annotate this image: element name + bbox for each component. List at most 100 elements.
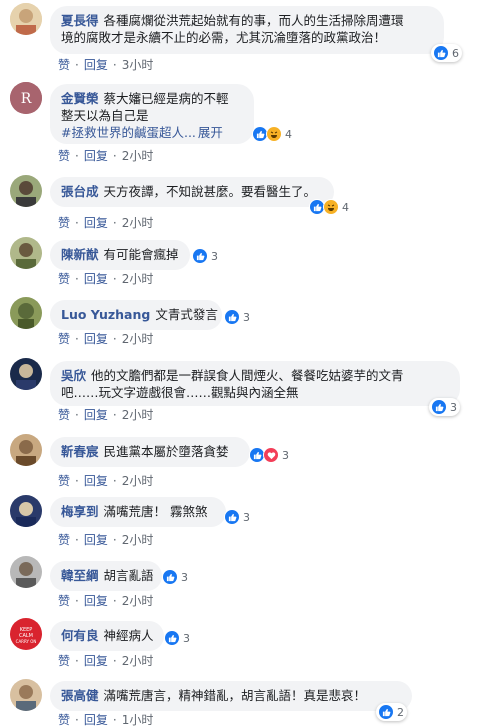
reactions-summary[interactable]: 3 [222, 308, 253, 326]
timestamp[interactable]: 3小时 [122, 56, 154, 73]
like-link[interactable]: 赞 [58, 711, 70, 728]
avatar[interactable] [10, 297, 42, 329]
commenter-name[interactable]: 韓至綱 [61, 568, 99, 583]
commenter-name[interactable]: 陳新猷 [61, 247, 99, 262]
reactions-summary[interactable]: 2 [376, 703, 407, 721]
commenter-name[interactable]: 金賢榮 [61, 91, 99, 106]
svg-text:R: R [21, 91, 32, 107]
avatar[interactable] [10, 679, 42, 711]
reactions-summary[interactable]: 3 [190, 247, 221, 265]
separator: · [75, 532, 79, 547]
timestamp[interactable]: 2小时 [122, 531, 154, 548]
like-link[interactable]: 赞 [58, 406, 70, 423]
commenter-name[interactable]: 梅享到 [61, 504, 99, 519]
separator: · [112, 532, 117, 547]
reactions-summary[interactable]: 3 [162, 629, 193, 647]
reply-link[interactable]: 回复 [84, 652, 108, 669]
like-link[interactable]: 赞 [58, 472, 70, 489]
timestamp[interactable]: 2小时 [122, 214, 154, 231]
reactions-summary[interactable]: 3 [160, 568, 191, 586]
comment-text: 吧……玩文字遊戲很會……觀點與內涵全無 [61, 385, 299, 400]
hashtag-link[interactable]: #拯救世界的鹹蛋超人... [61, 125, 196, 140]
avatar[interactable]: R [10, 82, 42, 114]
like-link[interactable]: 赞 [58, 270, 70, 287]
timestamp[interactable]: 2小时 [122, 270, 154, 287]
avatar[interactable] [10, 175, 42, 207]
timestamp[interactable]: 2小时 [122, 330, 154, 347]
separator: · [75, 215, 79, 230]
reply-link[interactable]: 回复 [84, 406, 108, 423]
reactions-summary[interactable]: 4 [307, 198, 352, 216]
avatar-image [10, 3, 42, 35]
timestamp[interactable]: 2小时 [122, 592, 154, 609]
separator: · [75, 473, 79, 488]
comment-text: 整天以為自己是 [61, 108, 149, 123]
expand-link[interactable]: 展开 [198, 125, 223, 140]
like-link[interactable]: 赞 [58, 56, 70, 73]
timestamp[interactable]: 2小时 [122, 472, 154, 489]
reaction-count: 3 [450, 400, 457, 414]
avatar[interactable] [10, 556, 42, 588]
commenter-name[interactable]: 張台成 [61, 184, 99, 199]
comment-bubble: 張台成 天方夜譚，不知說甚麼。要看醫生了。 [50, 177, 334, 207]
separator: · [112, 653, 117, 668]
avatar[interactable] [10, 3, 42, 35]
avatar[interactable]: KEEP CALM CARRY ON [10, 618, 42, 650]
comment-actions: 赞 · 回复 · 3小时 [58, 56, 153, 73]
like-link[interactable]: 赞 [58, 592, 70, 609]
reactions-summary[interactable]: 6 [431, 44, 462, 62]
comment-bubble: 夏長得 各種腐爛從洪荒起始就有的事，而人的生活掃除周遭環 境的腐敗才是永續不止的必… [50, 6, 444, 54]
haha-reaction-icon [323, 199, 339, 215]
avatar[interactable] [10, 358, 42, 390]
timestamp[interactable]: 2小时 [122, 147, 154, 164]
reply-link[interactable]: 回复 [84, 147, 108, 164]
timestamp[interactable]: 2小时 [122, 652, 154, 669]
like-link[interactable]: 赞 [58, 531, 70, 548]
reaction-count: 6 [452, 46, 459, 60]
like-link[interactable]: 赞 [58, 147, 70, 164]
reply-link[interactable]: 回复 [84, 711, 108, 728]
reaction-count: 4 [285, 127, 292, 141]
avatar-image [10, 495, 42, 527]
separator: · [75, 271, 79, 286]
commenter-name[interactable]: 張高健 [61, 688, 99, 703]
separator: · [75, 712, 79, 727]
reply-link[interactable]: 回复 [84, 214, 108, 231]
avatar[interactable] [10, 495, 42, 527]
commenter-name[interactable]: Luo Yuzhang [61, 307, 150, 322]
comment-actions: 赞 · 回复 · 2小时 [58, 330, 153, 347]
reactions-summary[interactable]: 3 [429, 398, 460, 416]
like-link[interactable]: 赞 [58, 330, 70, 347]
reply-link[interactable]: 回复 [84, 592, 108, 609]
commenter-name[interactable]: 何有良 [61, 628, 99, 643]
comment-text: 滿嘴荒唐言，精神錯亂，胡言亂語！真是悲哀！ [103, 688, 367, 703]
avatar[interactable] [10, 434, 42, 466]
avatar[interactable] [10, 237, 42, 269]
reaction-count: 3 [211, 249, 218, 263]
comment-text: 各種腐爛從洪荒起始就有的事，而人的生活掃除周遭環 [103, 13, 404, 28]
timestamp[interactable]: 1小时 [122, 711, 154, 728]
commenter-name[interactable]: 夏長得 [61, 13, 99, 28]
separator: · [75, 407, 79, 422]
comment-bubble: 何有良 神經病人 [50, 621, 164, 651]
reactions-summary[interactable]: 3 [222, 508, 253, 526]
like-link[interactable]: 赞 [58, 214, 70, 231]
reply-link[interactable]: 回复 [84, 56, 108, 73]
commenter-name[interactable]: 靳春宸 [61, 444, 99, 459]
like-link[interactable]: 赞 [58, 652, 70, 669]
separator: · [112, 407, 117, 422]
reply-link[interactable]: 回复 [84, 270, 108, 287]
comment-actions: 赞 · 回复 · 2小时 [58, 592, 153, 609]
reply-link[interactable]: 回复 [84, 330, 108, 347]
reply-link[interactable]: 回复 [84, 472, 108, 489]
avatar-image [10, 297, 42, 329]
love-reaction-icon [263, 447, 279, 463]
timestamp[interactable]: 2小时 [122, 406, 154, 423]
commenter-name[interactable]: 吳欣 [61, 368, 86, 383]
reactions-summary[interactable]: 3 [247, 446, 292, 464]
reactions-summary[interactable]: 4 [250, 125, 295, 143]
reaction-count: 3 [183, 631, 190, 645]
comment-bubble: 梅享到 滿嘴荒唐！ 霧煞煞 [50, 497, 226, 527]
reply-link[interactable]: 回复 [84, 531, 108, 548]
comment-actions: 赞 · 回复 · 2小时 [58, 652, 153, 669]
